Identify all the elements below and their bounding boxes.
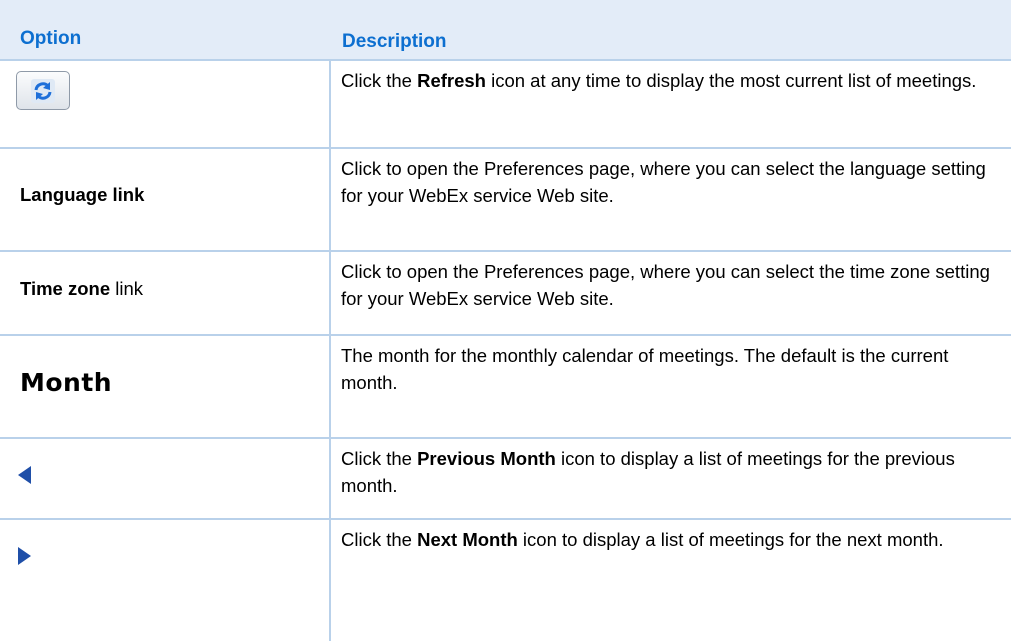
option-cell: Month	[0, 336, 331, 437]
description-text: The month for the monthly calendar of me…	[341, 345, 949, 393]
table-row-language: Language link Click to open the Preferen…	[0, 149, 1011, 252]
refresh-button[interactable]	[16, 71, 70, 110]
table-row-time-zone: Time zone link Click to open the Prefere…	[0, 252, 1011, 336]
description-text: Click the Next Month icon to display a l…	[341, 529, 944, 550]
option-cell: Language link	[0, 149, 331, 250]
description-cell: Click the Next Month icon to display a l…	[331, 520, 1011, 641]
previous-month-icon[interactable]	[18, 466, 31, 484]
header-description-cell: Description	[331, 0, 1011, 59]
language-link[interactable]: Language link	[20, 184, 144, 206]
description-text: Click the Previous Month icon to display…	[341, 448, 955, 496]
header-description: Description	[342, 31, 447, 52]
table-row-next-month: Click the Next Month icon to display a l…	[0, 520, 1011, 641]
header-option: Option	[20, 28, 82, 49]
option-cell	[0, 439, 331, 518]
refresh-icon	[31, 78, 55, 103]
time-zone-link[interactable]: Time zone link	[20, 278, 143, 300]
description-text: Click to open the Preferences page, wher…	[341, 158, 986, 206]
next-month-icon[interactable]	[18, 547, 31, 565]
description-cell: Click the Refresh icon at any time to di…	[331, 61, 1011, 147]
description-cell: Click the Previous Month icon to display…	[331, 439, 1011, 518]
header-option-cell: Option	[0, 0, 331, 59]
options-table: Option Description Click the Refresh ico…	[0, 0, 1011, 641]
description-cell: Click to open the Preferences page, wher…	[331, 252, 1011, 334]
month-label: Month	[20, 368, 113, 397]
option-cell	[0, 61, 331, 147]
description-cell: Click to open the Preferences page, wher…	[331, 149, 1011, 250]
table-row-month: Month The month for the monthly calendar…	[0, 336, 1011, 439]
description-text: Click to open the Preferences page, wher…	[341, 261, 990, 309]
table-row-previous-month: Click the Previous Month icon to display…	[0, 439, 1011, 520]
description-text: Click the Refresh icon at any time to di…	[341, 70, 977, 91]
description-cell: The month for the monthly calendar of me…	[331, 336, 1011, 437]
option-cell	[0, 520, 331, 641]
option-cell: Time zone link	[0, 252, 331, 334]
table-row-refresh: Click the Refresh icon at any time to di…	[0, 61, 1011, 149]
table-header: Option Description	[0, 0, 1011, 61]
